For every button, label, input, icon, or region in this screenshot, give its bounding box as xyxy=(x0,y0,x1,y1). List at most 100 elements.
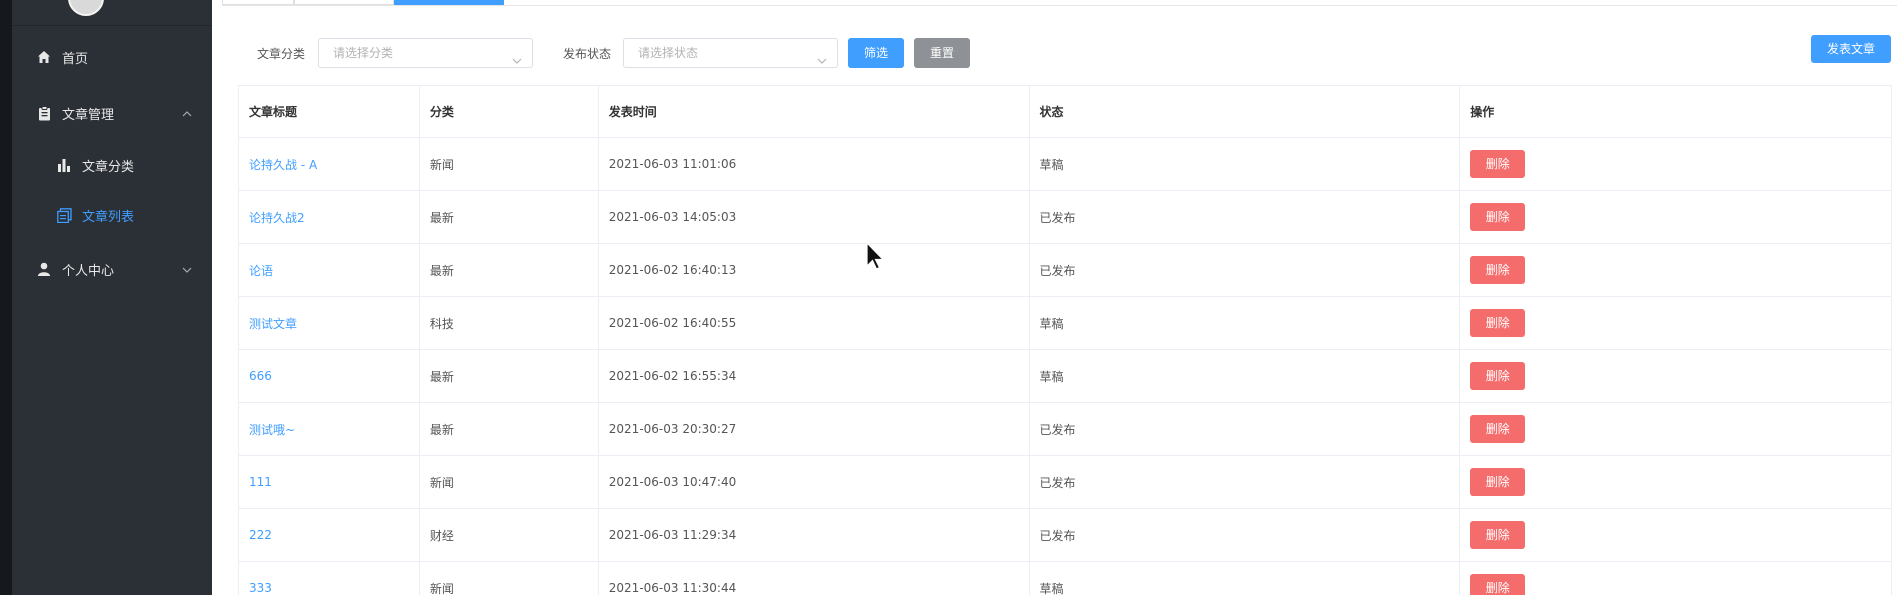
time-cell: 2021-06-02 16:40:13 xyxy=(599,244,1030,296)
title-cell: 333 xyxy=(239,562,420,595)
category-cell: 新闻 xyxy=(420,562,599,595)
time-cell: 2021-06-03 11:30:44 xyxy=(599,562,1030,595)
top-tab-strip xyxy=(222,0,1897,6)
mouse-cursor-icon xyxy=(866,242,885,270)
table-row: 333 新闻 2021-06-03 11:30:44 草稿 删除 xyxy=(239,562,1892,595)
category-cell: 最新 xyxy=(420,350,599,402)
time-cell: 2021-06-03 14:05:03 xyxy=(599,191,1030,243)
article-title-link[interactable]: 333 xyxy=(249,581,272,595)
column-header-actions: 操作 xyxy=(1460,86,1892,137)
table-row: 111 新闻 2021-06-03 10:47:40 已发布 删除 xyxy=(239,456,1892,509)
table-header-row: 文章标题 分类 发表时间 状态 操作 xyxy=(239,86,1892,138)
time-cell: 2021-06-03 11:29:34 xyxy=(599,509,1030,561)
delete-button[interactable]: 删除 xyxy=(1470,256,1526,284)
table-row: 222 财经 2021-06-03 11:29:34 已发布 删除 xyxy=(239,509,1892,562)
actions-cell: 删除 xyxy=(1460,297,1892,349)
title-cell: 测试哦~ xyxy=(239,403,420,455)
actions-cell: 删除 xyxy=(1460,244,1892,296)
app-shell: 首页 文章管理 文章分类 文章列表 个人中心 文章分类 请选择分类 发布状态 请… xyxy=(0,0,1897,595)
delete-button[interactable]: 删除 xyxy=(1470,415,1526,443)
title-cell: 论语 xyxy=(239,244,420,296)
delete-button[interactable]: 删除 xyxy=(1470,468,1526,496)
status-select-placeholder: 请选择状态 xyxy=(638,46,699,60)
actions-cell: 删除 xyxy=(1460,562,1892,595)
article-title-link[interactable]: 测试哦~ xyxy=(249,421,295,438)
time-cell: 2021-06-02 16:40:55 xyxy=(599,297,1030,349)
article-title-link[interactable]: 111 xyxy=(249,475,272,489)
table-body: 论持久战 - A 新闻 2021-06-03 11:01:06 草稿 删除 论持久战2 最新… xyxy=(239,138,1892,595)
actions-cell: 删除 xyxy=(1460,403,1892,455)
sidebar-brand xyxy=(12,0,212,26)
category-cell: 科技 xyxy=(420,297,599,349)
chevron-down-icon xyxy=(512,48,522,64)
table-row: 论语 最新 2021-06-02 16:40:13 已发布 删除 xyxy=(239,244,1892,297)
chevron-down-icon xyxy=(817,48,827,64)
status-cell: 草稿 xyxy=(1030,297,1461,349)
time-cell: 2021-06-03 20:30:27 xyxy=(599,403,1030,455)
status-cell: 草稿 xyxy=(1030,562,1461,595)
sidebar-item-label: 文章分类 xyxy=(82,159,135,175)
category-cell: 财经 xyxy=(420,509,599,561)
table-row: 测试文章 科技 2021-06-02 16:40:55 草稿 删除 xyxy=(239,297,1892,350)
article-table: 文章标题 分类 发表时间 状态 操作 论持久战 - A 新闻 2021-06-03 … xyxy=(238,85,1892,595)
title-cell: 222 xyxy=(239,509,420,561)
home-icon xyxy=(36,49,52,65)
article-title-link[interactable]: 测试文章 xyxy=(249,315,297,332)
reset-button[interactable]: 重置 xyxy=(914,38,970,68)
list-icon xyxy=(56,207,72,223)
category-cell: 最新 xyxy=(420,403,599,455)
sidebar-item-personal-center[interactable]: 个人中心 xyxy=(12,249,212,289)
category-select[interactable]: 请选择分类 xyxy=(318,38,533,68)
sidebar-item-label: 文章管理 xyxy=(62,107,115,123)
title-cell: 111 xyxy=(239,456,420,508)
article-title-link[interactable]: 666 xyxy=(249,369,272,383)
delete-button[interactable]: 删除 xyxy=(1470,574,1526,595)
sidebar-item-label: 首页 xyxy=(62,51,89,67)
status-select[interactable]: 请选择状态 xyxy=(623,38,838,68)
delete-button[interactable]: 删除 xyxy=(1470,521,1526,549)
article-title-link[interactable]: 222 xyxy=(249,528,272,542)
sidebar: 首页 文章管理 文章分类 文章列表 个人中心 xyxy=(12,0,212,595)
category-cell: 新闻 xyxy=(420,456,599,508)
time-cell: 2021-06-03 11:01:06 xyxy=(599,138,1030,190)
delete-button[interactable]: 删除 xyxy=(1470,150,1526,178)
sidebar-item-article-category[interactable]: 文章分类 xyxy=(12,145,212,185)
sidebar-item-home[interactable]: 首页 xyxy=(12,37,212,77)
article-title-link[interactable]: 论语 xyxy=(249,262,273,279)
column-header-category: 分类 xyxy=(420,86,599,137)
window-edge xyxy=(0,0,12,595)
tab-active[interactable] xyxy=(394,0,504,5)
avatar[interactable] xyxy=(68,0,104,16)
publish-article-button[interactable]: 发表文章 xyxy=(1811,35,1891,63)
status-cell: 已发布 xyxy=(1030,509,1461,561)
article-title-link[interactable]: 论持久战2 xyxy=(249,209,305,226)
article-title-link[interactable]: 论持久战 - A xyxy=(249,156,317,173)
category-cell: 最新 xyxy=(420,191,599,243)
delete-button[interactable]: 删除 xyxy=(1470,309,1526,337)
column-header-status: 状态 xyxy=(1030,86,1461,137)
actions-cell: 删除 xyxy=(1460,138,1892,190)
delete-button[interactable]: 删除 xyxy=(1470,203,1526,231)
actions-cell: 删除 xyxy=(1460,350,1892,402)
tab-1[interactable] xyxy=(222,0,294,5)
user-icon xyxy=(36,261,52,277)
sidebar-item-article-management[interactable]: 文章管理 xyxy=(12,93,212,133)
category-cell: 最新 xyxy=(420,244,599,296)
status-cell: 草稿 xyxy=(1030,350,1461,402)
table-row: 论持久战 - A 新闻 2021-06-03 11:01:06 草稿 删除 xyxy=(239,138,1892,191)
sidebar-item-label: 文章列表 xyxy=(82,209,135,225)
delete-button[interactable]: 删除 xyxy=(1470,362,1526,390)
actions-cell: 删除 xyxy=(1460,509,1892,561)
clipboard-icon xyxy=(36,105,52,121)
sidebar-item-article-list[interactable]: 文章列表 xyxy=(12,195,212,235)
sidebar-item-label: 个人中心 xyxy=(62,263,115,279)
actions-cell: 删除 xyxy=(1460,191,1892,243)
status-cell: 已发布 xyxy=(1030,456,1461,508)
title-cell: 测试文章 xyxy=(239,297,420,349)
tab-2[interactable] xyxy=(294,0,394,5)
status-cell: 已发布 xyxy=(1030,191,1461,243)
filter-button[interactable]: 筛选 xyxy=(848,38,904,68)
table-row: 测试哦~ 最新 2021-06-03 20:30:27 已发布 删除 xyxy=(239,403,1892,456)
status-cell: 已发布 xyxy=(1030,244,1461,296)
title-cell: 论持久战2 xyxy=(239,191,420,243)
